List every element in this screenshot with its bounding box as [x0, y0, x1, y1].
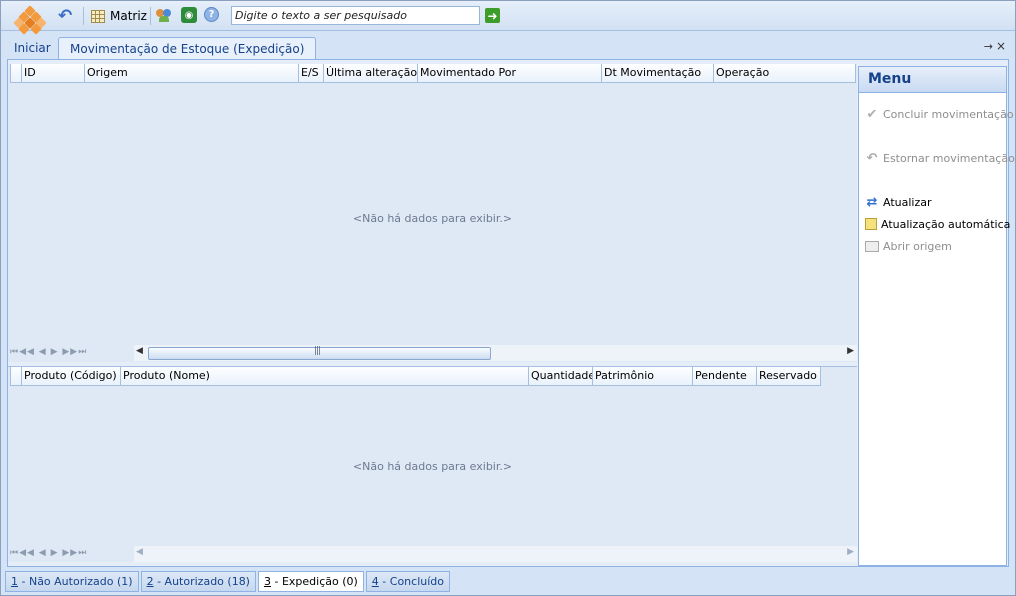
column-header-origem[interactable]: Origem — [85, 64, 299, 82]
menu-item-label: Estornar movimentação — [883, 151, 1015, 165]
tab-label: - Não Autorizado (1) — [18, 575, 133, 588]
column-header-movimentado-por[interactable]: Movimentado Por — [418, 64, 602, 82]
empty-message: <Não há dados para exibir.> — [352, 212, 513, 225]
movements-grid: ID Origem E/S Última alteração Movimenta… — [8, 64, 857, 362]
close-icon[interactable]: × — [996, 39, 1006, 53]
side-menu: Menu ✔ Concluir movimentação ↶ Estornar … — [858, 66, 1015, 566]
column-header-produto-nome[interactable]: Produto (Nome) — [121, 367, 529, 385]
grid-navigator: ⏮◀◀ ◀ ▶ ▶▶⏭ ◀ ▶ — [8, 344, 857, 362]
grid-header: Produto (Código) Produto (Nome) Quantida… — [10, 367, 821, 386]
undo-icon[interactable]: ↶ — [58, 6, 78, 26]
column-header-dt-movimentacao[interactable]: Dt Movimentação — [602, 64, 714, 82]
tab-nao-autorizado[interactable]: 1 - Não Autorizado (1) — [5, 571, 139, 592]
tab-movimentacao-estoque[interactable]: Movimentação de Estoque (Expedição) — [58, 37, 317, 60]
scrollbar-thumb[interactable] — [148, 346, 491, 360]
scroll-left-icon[interactable]: ◀ — [136, 346, 143, 356]
matriz-button[interactable]: Matriz — [91, 7, 147, 25]
tab-shortcut: 2 — [146, 575, 154, 588]
menu-item-atualizar[interactable]: ⇄ Atualizar — [865, 193, 932, 211]
horizontal-scrollbar[interactable]: ◀ ▶ — [134, 345, 857, 361]
menu-item-abrir-origem[interactable]: Abrir origem — [865, 237, 952, 255]
auto-refresh-icon — [865, 218, 877, 230]
toolbar-separator — [83, 7, 84, 25]
grid-icon — [91, 9, 105, 23]
open-icon — [865, 240, 879, 252]
tab-label: - Autorizado (18) — [153, 575, 250, 588]
scroll-right-icon[interactable]: ▶ — [847, 547, 854, 557]
horizontal-scrollbar[interactable]: ◀ ▶ — [134, 546, 857, 562]
row-indicator-header — [10, 367, 22, 385]
tab-label: - Expedição (0) — [270, 575, 358, 588]
menu-item-label: Abrir origem — [883, 239, 952, 253]
menu-title: Menu — [859, 67, 1006, 93]
matriz-label: Matriz — [110, 9, 147, 23]
column-header-es[interactable]: E/S — [299, 64, 324, 82]
tab-expedicao[interactable]: 3 - Expedição (0) — [257, 571, 364, 592]
check-icon: ✔ — [866, 106, 878, 122]
tab-autorizado[interactable]: 2 - Autorizado (18) — [140, 571, 256, 592]
record-navigator-icons[interactable]: ⏮◀◀ ◀ ▶ ▶▶⏭ — [10, 347, 87, 357]
column-header-ultima-alteracao[interactable]: Última alteração — [324, 64, 418, 82]
grid-header: ID Origem E/S Última alteração Movimenta… — [10, 64, 856, 83]
empty-message: <Não há dados para exibir.> — [352, 460, 513, 473]
column-header-id[interactable]: ID — [22, 64, 85, 82]
tab-label: - Concluído — [378, 575, 444, 588]
menu-item-label: Atualização automática — [881, 217, 1011, 231]
users-icon[interactable] — [156, 7, 174, 25]
view-icon[interactable]: ◉ — [181, 7, 197, 23]
refresh-icon: ⇄ — [866, 194, 878, 210]
products-grid: Produto (Código) Produto (Nome) Quantida… — [8, 366, 857, 562]
scroll-right-icon[interactable]: ▶ — [847, 346, 854, 356]
record-navigator-icons[interactable]: ⏮◀◀ ◀ ▶ ▶▶⏭ — [10, 548, 87, 558]
menu-item-estornar-movimentacao[interactable]: ↶ Estornar movimentação — [865, 149, 1015, 167]
scroll-left-icon[interactable]: ◀ — [136, 547, 143, 557]
column-header-patrimonio[interactable]: Patrimônio — [593, 367, 693, 385]
search-go-icon[interactable]: ➜ — [485, 8, 500, 23]
tab-shortcut: 3 — [263, 575, 271, 588]
main-panel: ID Origem E/S Última alteração Movimenta… — [7, 59, 1015, 567]
menu-item-label: Concluir movimentação — [883, 107, 1014, 121]
search-input[interactable]: Digite o texto a ser pesquisado — [231, 6, 480, 25]
status-tabs: 1 - Não Autorizado (1) 2 - Autorizado (1… — [5, 571, 452, 593]
app-window: ↶ Matriz ◉ ? Digite o texto a ser pesqui… — [0, 0, 1016, 596]
row-indicator-header — [10, 64, 22, 82]
column-header-operacao[interactable]: Operação — [714, 64, 856, 82]
column-header-quantidade[interactable]: Quantidade — [529, 367, 593, 385]
column-header-reservado[interactable]: Reservado — [757, 367, 821, 385]
tab-shortcut: 4 — [371, 575, 379, 588]
grid-navigator: ⏮◀◀ ◀ ▶ ▶▶⏭ ◀ ▶ — [8, 545, 857, 563]
tab-concluido[interactable]: 4 - Concluído — [365, 571, 450, 592]
menu-item-atualizacao-automatica[interactable]: Atualização automática — [865, 215, 1010, 233]
pin-icon[interactable]: → — [984, 40, 993, 53]
menu-item-label: Atualizar — [883, 195, 932, 209]
tab-shortcut: 1 — [11, 575, 18, 588]
tab-iniciar[interactable]: Iniciar — [7, 38, 58, 59]
toolbar-separator — [150, 7, 151, 25]
toolbar: ↶ Matriz ◉ ? Digite o texto a ser pesqui… — [1, 1, 1015, 35]
undo-icon: ↶ — [866, 150, 878, 166]
column-header-produto-codigo[interactable]: Produto (Código) — [22, 367, 121, 385]
help-icon[interactable]: ? — [204, 7, 219, 22]
column-header-pendente[interactable]: Pendente — [693, 367, 757, 385]
menu-item-concluir-movimentacao[interactable]: ✔ Concluir movimentação — [865, 105, 1014, 123]
document-tabs: Iniciar Movimentação de Estoque (Expediç… — [1, 32, 1015, 60]
